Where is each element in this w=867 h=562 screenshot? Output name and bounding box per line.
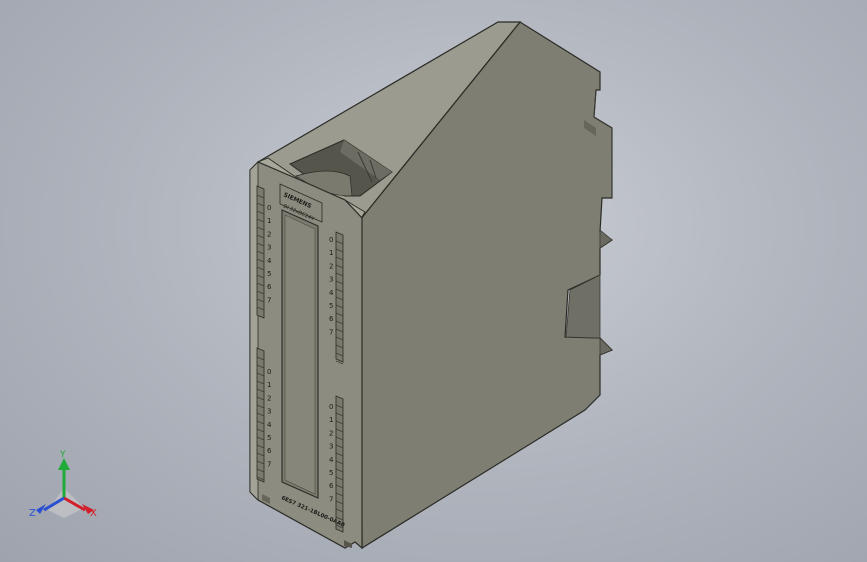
view-orientation-triad[interactable]: Y X Z [29, 450, 97, 519]
channel-number-3-2: 2 [329, 262, 333, 270]
channel-number-4-7: 7 [329, 495, 333, 503]
channel-number-1-1: 1 [267, 217, 271, 225]
channel-number-4-4: 4 [329, 456, 334, 464]
channel-number-2-7: 7 [267, 460, 271, 468]
channel-number-4-3: 3 [329, 443, 333, 451]
channel-number-1-2: 2 [267, 230, 271, 238]
y-axis-label: Y [59, 450, 66, 460]
z-axis-label: Z [29, 508, 36, 519]
channel-number-3-6: 6 [329, 315, 334, 323]
channel-number-4-5: 5 [329, 469, 333, 477]
channel-number-3-4: 4 [329, 289, 334, 297]
channel-number-2-3: 3 [267, 408, 271, 416]
channel-number-2-6: 6 [267, 447, 272, 455]
channel-number-1-5: 5 [267, 270, 271, 278]
channel-number-1-7: 7 [267, 296, 271, 304]
channel-number-4-0: 0 [329, 403, 333, 411]
channel-number-3-7: 7 [329, 328, 333, 336]
channel-number-2-4: 4 [267, 421, 272, 429]
channel-number-2-2: 2 [267, 394, 271, 402]
channel-number-2-1: 1 [267, 381, 271, 389]
channel-number-2-5: 5 [267, 434, 271, 442]
channel-number-3-1: 1 [329, 249, 333, 257]
channel-number-3-0: 0 [329, 236, 333, 244]
module-housing [249, 21, 614, 550]
led-strip-2 [256, 347, 265, 483]
channel-number-1-0: 0 [267, 204, 271, 212]
channel-number-4-1: 1 [329, 416, 333, 424]
channel-number-2-0: 0 [267, 368, 271, 376]
channel-number-3-5: 5 [329, 302, 333, 310]
channel-number-4-2: 2 [329, 429, 333, 437]
channel-number-3-3: 3 [329, 276, 333, 284]
channel-number-4-6: 6 [329, 482, 334, 490]
channel-number-1-4: 4 [267, 257, 272, 265]
x-axis-label: X [90, 508, 97, 519]
cad-viewport[interactable]: SIEMENS DI 32xDC24V 6ES7 321-1BL00-0AA0 … [0, 0, 867, 562]
channel-number-1-6: 6 [267, 283, 272, 291]
channel-number-1-3: 3 [267, 244, 271, 252]
